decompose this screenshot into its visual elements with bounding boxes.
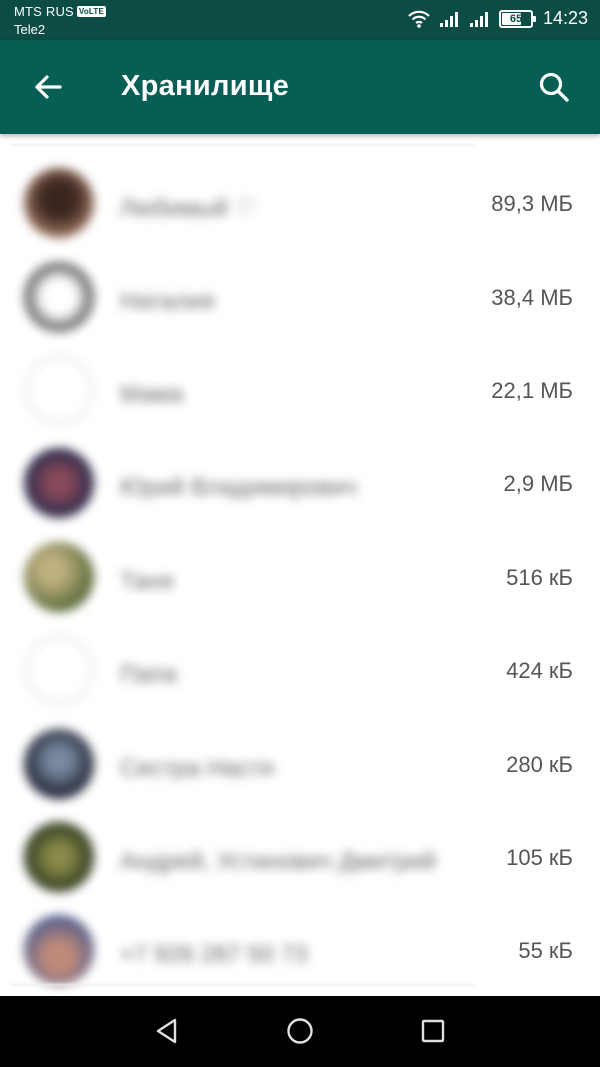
chat-name: Юрий Владимирович (120, 474, 358, 501)
chat-name: Любимый ♡ (120, 195, 257, 222)
chat-name: Наталия (120, 288, 215, 315)
signal-icon (439, 11, 458, 27)
storage-size: 280 кБ (506, 752, 573, 777)
list-item[interactable]: Папа 424 кБ (0, 611, 600, 705)
carrier-primary: MTS RUS VoLTE (14, 4, 107, 19)
chat-name: Мама (120, 381, 184, 408)
wifi-icon (408, 10, 430, 28)
nav-back-button[interactable] (143, 1009, 191, 1053)
storage-list[interactable]: Любимый ♡ 89,3 МБ Наталия 38,4 МБ Мама 2… (0, 134, 600, 996)
arrow-left-icon (35, 75, 62, 99)
storage-size: 2,9 МБ (503, 471, 573, 496)
list-item[interactable]: Любимый ♡ 89,3 МБ (0, 144, 600, 238)
volte-badge-text: VoLTE (78, 7, 105, 16)
storage-size: 22,1 МБ (491, 378, 573, 403)
storage-size: 105 кБ (506, 845, 573, 870)
nav-recents-button[interactable] (409, 1009, 457, 1053)
storage-size: 38,4 МБ (491, 285, 573, 310)
home-circle-icon (287, 1018, 313, 1044)
storage-size: 55 кБ (518, 938, 573, 963)
clock: 14:23 (542, 8, 588, 28)
storage-size: 424 кБ (506, 658, 573, 683)
avatar (24, 729, 94, 799)
navigation-bar (0, 996, 600, 1067)
search-icon (539, 72, 569, 102)
battery-icon: 65 (498, 9, 536, 28)
avatar (24, 448, 94, 518)
avatar (24, 355, 94, 425)
carrier-secondary: Tele2 (14, 22, 46, 37)
carrier-primary-label: MTS RUS (14, 4, 74, 19)
back-triangle-icon (156, 1018, 177, 1044)
list-item[interactable]: Мама 22,1 МБ (0, 331, 600, 425)
page-title: Хранилище (121, 70, 290, 102)
divider (10, 984, 475, 986)
storage-size: 516 кБ (506, 565, 573, 590)
list-item[interactable]: Наталия 38,4 МБ (0, 238, 600, 332)
chat-name: Сестра Настя (120, 755, 274, 782)
app-bar: Хранилище (0, 40, 600, 134)
list-item[interactable]: Таня 516 кБ (0, 518, 600, 612)
recents-square-icon (421, 1019, 445, 1043)
avatar (24, 542, 94, 612)
avatar (24, 262, 94, 332)
nav-home-button[interactable] (276, 1009, 324, 1053)
chat-name: +7 926 287 50 73 (120, 941, 308, 968)
status-icons: 65 14:23 (407, 8, 588, 29)
avatar (24, 822, 94, 892)
avatar (24, 915, 94, 985)
list-item[interactable]: +7 926 287 50 73 55 кБ (0, 891, 600, 985)
list-item[interactable]: Сестра Настя 280 кБ (0, 705, 600, 799)
search-button[interactable] (530, 63, 578, 111)
list-item[interactable]: Андрей, Устинович Дмитрий 105 кБ (0, 798, 600, 892)
list-item[interactable]: Юрий Владимирович 2,9 МБ (0, 424, 600, 518)
storage-size: 89,3 МБ (491, 191, 573, 216)
chat-name: Таня (120, 568, 174, 595)
back-button[interactable] (24, 63, 72, 111)
status-bar: MTS RUS VoLTE Tele2 65 14:23 (0, 0, 600, 40)
volte-badge: VoLTE (76, 6, 107, 17)
avatar (24, 635, 94, 705)
battery-level: 65 (509, 12, 523, 25)
avatar (24, 168, 94, 238)
chat-name: Папа (120, 661, 177, 688)
signal-icon (469, 11, 488, 27)
chat-name: Андрей, Устинович Дмитрий (120, 848, 436, 875)
